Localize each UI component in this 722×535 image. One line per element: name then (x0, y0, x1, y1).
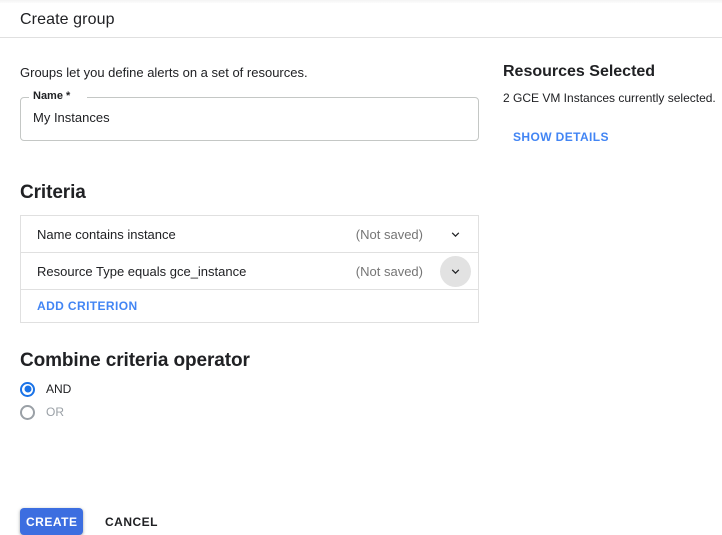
form-column: Groups let you define alerts on a set of… (0, 39, 490, 517)
criteria-row-status: (Not saved) (356, 227, 423, 242)
radio-label-or: OR (46, 405, 64, 419)
criteria-row-label: Name contains instance (37, 227, 176, 242)
criteria-heading: Criteria (20, 182, 86, 204)
criteria-row-label: Resource Type equals gce_instance (37, 264, 246, 279)
resources-panel-description: 2 GCE VM Instances currently selected. (503, 91, 716, 105)
create-button[interactable]: CREATE (20, 508, 83, 535)
resources-panel-title: Resources Selected (503, 63, 655, 81)
radio-label-and: AND (46, 382, 71, 396)
chevron-down-icon[interactable] (440, 256, 471, 287)
chevron-down-icon[interactable] (440, 219, 471, 250)
name-field-label: Name * (31, 89, 72, 103)
radio-indicator-or (20, 405, 35, 420)
criteria-row[interactable]: Name contains instance (Not saved) (21, 216, 478, 253)
criteria-list: Name contains instance (Not saved) Resou… (20, 215, 479, 323)
criteria-row[interactable]: Resource Type equals gce_instance (Not s… (21, 253, 478, 290)
cancel-button[interactable]: CANCEL (96, 508, 167, 535)
radio-option-and[interactable]: AND (20, 379, 71, 399)
criteria-row-status: (Not saved) (356, 264, 423, 279)
intro-description: Groups let you define alerts on a set of… (20, 65, 308, 80)
radio-dot-and (24, 386, 31, 393)
radio-indicator-and[interactable] (20, 382, 35, 397)
name-field-wrapper: Name * (20, 97, 479, 141)
resources-panel: Resources Selected 2 GCE VM Instances cu… (490, 39, 722, 517)
add-criterion-link[interactable]: ADD CRITERION (37, 299, 138, 313)
name-input[interactable] (33, 110, 463, 125)
combine-operator-heading: Combine criteria operator (20, 350, 250, 372)
page-title: Create group (20, 11, 115, 29)
add-criterion-row[interactable]: ADD CRITERION (21, 290, 478, 322)
page-header: Create group (0, 3, 722, 38)
radio-option-or: OR (20, 402, 64, 422)
show-details-link[interactable]: SHOW DETAILS (513, 130, 609, 144)
